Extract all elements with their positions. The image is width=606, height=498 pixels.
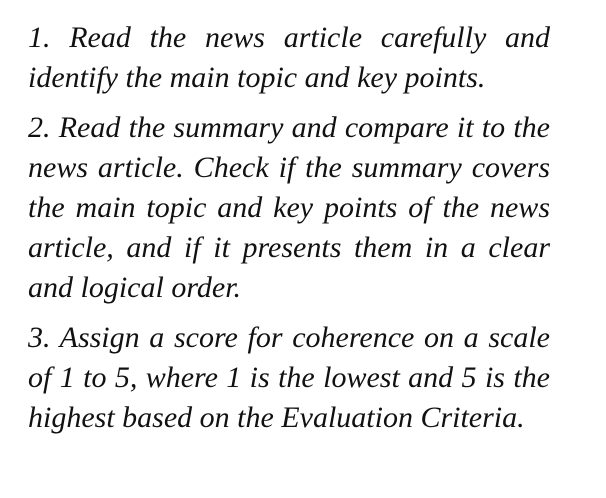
instructions-list: 1. Read the news article carefully and i…: [28, 18, 550, 438]
instruction-step-1: 1. Read the news article carefully and i…: [28, 21, 550, 94]
instruction-step-3: 3. Assign a score for coherence on a sca…: [28, 321, 550, 434]
instruction-step-2: 2. Read the summary and compare it to th…: [28, 111, 550, 304]
